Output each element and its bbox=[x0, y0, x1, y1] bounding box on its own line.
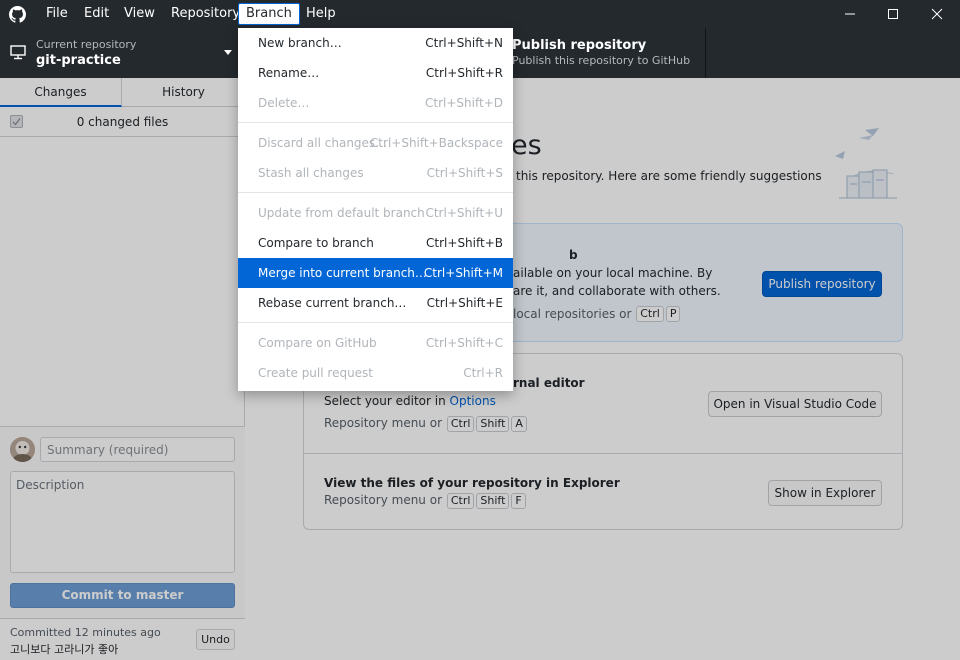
menu-item-shortcut: Ctrl+Shift+M bbox=[423, 266, 503, 280]
github-logo-icon bbox=[9, 6, 26, 23]
menu-item-shortcut: Ctrl+Shift+R bbox=[425, 66, 503, 80]
branch-menu: New branch… Ctrl+Shift+N Rename… Ctrl+Sh… bbox=[238, 28, 513, 391]
menu-item-shortcut: Ctrl+Shift+E bbox=[426, 296, 503, 310]
current-repository-button[interactable]: Current repository git-practice bbox=[0, 28, 245, 78]
menu-item-merge-into-current[interactable]: Merge into current branch… Ctrl+Shift+M bbox=[238, 258, 513, 288]
publish-repository-toolbar-button[interactable]: Publish repository Publish this reposito… bbox=[510, 28, 706, 78]
menu-item-rebase-current[interactable]: Rebase current branch… Ctrl+Shift+E bbox=[238, 288, 513, 318]
close-button[interactable] bbox=[914, 0, 960, 28]
menu-item-shortcut: Ctrl+Shift+S bbox=[426, 166, 503, 180]
menu-item-label: Stash all changes bbox=[258, 166, 364, 180]
maximize-button[interactable] bbox=[870, 0, 916, 28]
current-repository-label: Current repository bbox=[36, 38, 137, 51]
menu-item-shortcut: Ctrl+Shift+B bbox=[426, 236, 503, 250]
menu-help[interactable]: Help bbox=[299, 3, 343, 25]
menu-item-delete: Delete… Ctrl+Shift+D bbox=[238, 88, 513, 118]
menu-item-label: Create pull request bbox=[258, 366, 374, 380]
menu-item-label: New branch… bbox=[258, 36, 342, 50]
menu-item-label: Update from default branch bbox=[258, 206, 425, 220]
menu-item-shortcut: Ctrl+Shift+N bbox=[425, 36, 503, 50]
menu-item-shortcut: Ctrl+Shift+Backspace bbox=[369, 136, 503, 150]
maximize-icon bbox=[888, 9, 898, 19]
menu-item-label: Merge into current branch… bbox=[258, 266, 427, 280]
menu-item-rename[interactable]: Rename… Ctrl+Shift+R bbox=[238, 58, 513, 88]
menu-file[interactable]: File bbox=[39, 3, 75, 25]
menu-separator bbox=[238, 192, 513, 193]
publish-title: Publish repository bbox=[512, 38, 647, 53]
menu-item-label: Rebase current branch… bbox=[258, 296, 407, 310]
publish-subtitle: Publish this repository to GitHub bbox=[512, 54, 691, 67]
menu-item-label: Compare to branch bbox=[258, 236, 374, 250]
close-icon bbox=[931, 8, 943, 20]
menu-item-label: Rename… bbox=[258, 66, 320, 80]
caret-down-icon bbox=[224, 50, 232, 55]
computer-icon bbox=[10, 45, 26, 60]
minimize-button[interactable] bbox=[827, 0, 873, 28]
menu-edit[interactable]: Edit bbox=[77, 3, 116, 25]
menu-item-compare-on-github: Compare on GitHub Ctrl+Shift+C bbox=[238, 328, 513, 358]
menu-item-create-pull-request: Create pull request Ctrl+R bbox=[238, 358, 513, 388]
menu-item-label: Compare on GitHub bbox=[258, 336, 377, 350]
menu-item-shortcut: Ctrl+Shift+C bbox=[425, 336, 503, 350]
menu-item-compare-to-branch[interactable]: Compare to branch Ctrl+Shift+B bbox=[238, 228, 513, 258]
menu-item-stash-all-changes: Stash all changes Ctrl+Shift+S bbox=[238, 158, 513, 188]
title-bar: File Edit View Repository Branch Help bbox=[0, 0, 960, 28]
menu-item-label: Discard all changes… bbox=[258, 136, 388, 150]
menu-item-discard-all-changes: Discard all changes… Ctrl+Shift+Backspac… bbox=[238, 128, 513, 158]
menu-item-label: Delete… bbox=[258, 96, 310, 110]
menu-item-shortcut: Ctrl+Shift+D bbox=[425, 96, 503, 110]
menu-branch[interactable]: Branch bbox=[238, 3, 300, 25]
menu-view[interactable]: View bbox=[117, 3, 162, 25]
menu-item-new-branch[interactable]: New branch… Ctrl+Shift+N bbox=[238, 28, 513, 58]
menu-item-update-from-default: Update from default branch Ctrl+Shift+U bbox=[238, 198, 513, 228]
minimize-icon bbox=[845, 13, 855, 15]
menu-separator bbox=[238, 122, 513, 123]
menu-repository[interactable]: Repository bbox=[164, 3, 247, 25]
current-repository-name: git-practice bbox=[36, 53, 121, 68]
menu-item-shortcut: Ctrl+Shift+U bbox=[425, 206, 503, 220]
menu-separator bbox=[238, 322, 513, 323]
menu-item-shortcut: Ctrl+R bbox=[463, 366, 503, 380]
